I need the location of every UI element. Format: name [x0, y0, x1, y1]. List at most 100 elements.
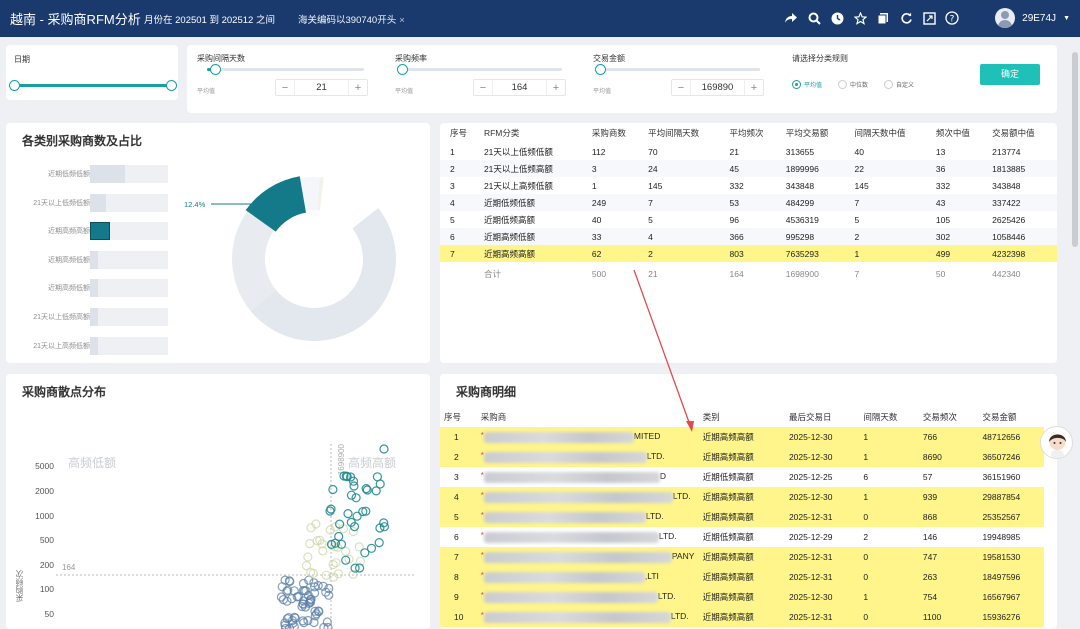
rule-option-mean[interactable]: 平均值	[792, 80, 822, 89]
plus-icon[interactable]: +	[745, 82, 763, 94]
fullscreen-icon[interactable]	[921, 10, 937, 26]
frequency-slider-handle[interactable]	[397, 64, 408, 75]
amount-stepper[interactable]: − 169890 +	[671, 79, 764, 96]
column-header[interactable]: 频次中值	[932, 123, 988, 143]
column-header[interactable]: 序号	[440, 123, 480, 143]
category-row[interactable]: 21天以上高频低额	[6, 336, 176, 355]
category-bar[interactable]	[90, 165, 126, 183]
date-slider-start-handle[interactable]	[9, 80, 20, 91]
column-header[interactable]: 类别	[699, 407, 785, 427]
date-slider-end-handle[interactable]	[166, 80, 177, 91]
plus-icon[interactable]: +	[547, 82, 565, 94]
buyer-name[interactable]: * LTD.	[476, 607, 699, 627]
scatter-point[interactable]	[328, 484, 338, 495]
scatter-point[interactable]	[331, 558, 341, 568]
hs-filter-tag[interactable]: 海关编码以390740开头 ×	[298, 12, 405, 26]
category-bar[interactable]	[90, 336, 98, 355]
minus-icon[interactable]: −	[276, 82, 294, 94]
scatter-point[interactable]	[349, 481, 359, 491]
star-icon[interactable]	[852, 10, 868, 26]
frequency-slider[interactable]	[397, 64, 562, 75]
table-row[interactable]: 1 21天以上低频低额 112 70 21 313655 40 13 213774	[440, 143, 1057, 160]
buyer-name[interactable]: * LTD.	[477, 527, 699, 547]
scatter-point[interactable]	[303, 552, 313, 562]
buyer-name[interactable]: * LTD.	[476, 447, 699, 467]
amount-slider[interactable]	[595, 64, 760, 75]
table-row[interactable]: 6 * LTD. 近期低频高额 2025-12-29 2 146 19948985	[440, 527, 1044, 547]
column-header[interactable]: 平均间隔天数	[644, 123, 725, 143]
confirm-button[interactable]: 确定	[980, 64, 1040, 85]
interval-stepper[interactable]: − 21 +	[275, 79, 368, 96]
category-bar[interactable]	[90, 308, 98, 326]
help-icon[interactable]: ?	[944, 10, 960, 26]
table-row[interactable]: 6 近期高频低额 33 4 366 995298 2 302 1058446	[440, 228, 1057, 245]
category-row[interactable]: 近期高频低额	[6, 250, 176, 269]
column-header[interactable]: 平均频次	[726, 123, 782, 143]
scatter-point[interactable]	[276, 592, 286, 602]
table-row[interactable]: 5 * LTD. 近期高频高额 2025-12-31 0 868 25352567	[440, 507, 1044, 527]
clock-icon[interactable]	[829, 10, 845, 26]
column-header[interactable]: 采购商数	[588, 123, 644, 143]
column-header[interactable]: 间隔天数中值	[851, 123, 932, 143]
frequency-value[interactable]: 164	[492, 80, 547, 95]
column-header[interactable]: 序号	[440, 407, 477, 427]
column-header[interactable]: 交易频次	[919, 407, 979, 427]
column-header[interactable]: RFM分类	[480, 123, 588, 143]
table-row[interactable]: 8 * ,LTI 近期高频高额 2025-12-31 0 263 18497596	[440, 567, 1044, 587]
buyer-name[interactable]: * ,LTI	[476, 567, 699, 587]
frequency-stepper[interactable]: − 164 +	[473, 79, 566, 96]
column-header[interactable]: 间隔天数	[859, 407, 919, 427]
scatter-point[interactable]	[379, 444, 389, 454]
refresh-icon[interactable]	[898, 10, 914, 26]
buyer-name[interactable]: * MITED	[476, 427, 699, 447]
rule-option-custom[interactable]: 自定义	[884, 80, 914, 89]
scatter-point[interactable]	[343, 509, 353, 519]
table-row[interactable]: 4 近期低频低额 249 7 53 484299 7 43 337422	[440, 194, 1057, 211]
scatter-point[interactable]	[351, 493, 361, 503]
buyer-name[interactable]: * LTD.	[476, 487, 699, 507]
category-row[interactable]: 近期高频高额	[6, 222, 176, 241]
buyer-name[interactable]: * PANY	[476, 547, 699, 567]
scatter-point[interactable]	[366, 543, 377, 553]
category-row[interactable]: 近期低频低额	[6, 165, 176, 183]
table-row[interactable]: 9 * LTD. 近期高频高额 2025-12-30 1 754 16567967	[440, 587, 1044, 607]
category-row[interactable]: 21天以上低频高额	[6, 308, 176, 326]
date-slider[interactable]	[9, 80, 177, 91]
table-row[interactable]: 2 * LTD. 近期高频高额 2025-12-30 1 8690 36507246	[440, 447, 1044, 467]
category-bar[interactable]	[90, 250, 98, 269]
interval-slider[interactable]	[207, 64, 364, 75]
amount-slider-handle[interactable]	[595, 64, 606, 75]
scatter-point[interactable]	[346, 490, 357, 500]
table-row[interactable]: 3 21天以上高频低额 1 145 332 343848 145 332 343848	[440, 177, 1057, 194]
table-row[interactable]: 7 * PANY 近期高频高额 2025-12-31 0 747 19581530	[440, 547, 1044, 567]
minus-icon[interactable]: −	[474, 82, 492, 94]
category-bar[interactable]	[90, 193, 106, 212]
scatter-point[interactable]	[305, 539, 315, 549]
table-row[interactable]: 1 * MITED 近期高频高额 2025-12-30 1 766 48712656	[440, 427, 1044, 447]
category-row[interactable]: 近期高频低额	[6, 279, 176, 298]
amount-value[interactable]: 169890	[690, 80, 745, 95]
table-row[interactable]: 5 近期低频高额 40 5 96 4536319 5 105 2625426	[440, 211, 1057, 228]
buyer-name[interactable]: * LTD.	[476, 507, 699, 527]
table-row[interactable]: 10 * LTD. 近期高频高额 2025-12-31 0 1100 15936276	[440, 607, 1044, 627]
close-icon[interactable]: ×	[399, 15, 405, 26]
column-header[interactable]: 交易额中值	[988, 123, 1057, 143]
copy-icon[interactable]	[875, 10, 891, 26]
buyer-name[interactable]: * LTD.	[476, 587, 699, 607]
table-row[interactable]: 4 * LTD. 近期高频高额 2025-12-30 1 939 29887854	[440, 487, 1044, 507]
page-scrollbar[interactable]	[1072, 52, 1078, 247]
rule-option-median[interactable]: 中位数	[838, 80, 868, 89]
column-header[interactable]: 最后交易日	[785, 407, 859, 427]
category-row[interactable]: 21天以上低频低额	[6, 193, 176, 212]
category-bar[interactable]	[90, 222, 110, 241]
assistant-avatar[interactable]	[1040, 426, 1073, 459]
plus-icon[interactable]: +	[349, 82, 367, 94]
scatter-point[interactable]	[374, 538, 384, 548]
buyer-name[interactable]: * D	[477, 467, 699, 487]
interval-value[interactable]: 21	[294, 80, 349, 95]
user-menu[interactable]: 29E74J ▼	[995, 8, 1070, 28]
minus-icon[interactable]: −	[672, 82, 690, 94]
table-row[interactable]: 2 21天以上低频高额 3 24 45 1899996 22 36 1813885	[440, 160, 1057, 177]
column-header[interactable]: 交易金额	[978, 407, 1044, 427]
search-icon[interactable]	[806, 10, 822, 26]
